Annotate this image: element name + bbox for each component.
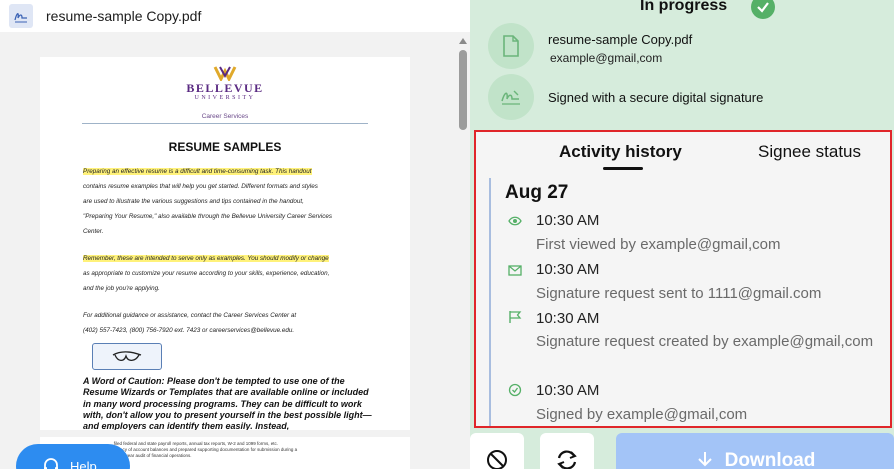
timeline-line [489, 178, 491, 426]
doc-text-line: and the job you're applying. [83, 285, 160, 292]
doc-text-line: Remember, these are intended to serve on… [83, 255, 329, 262]
activity-date: Aug 27 [505, 182, 569, 203]
document-page: BELLEVUE UNIVERSITY Career Services RESU… [40, 57, 410, 430]
doc2-text-line: ...curacy of account balances and prepar… [110, 447, 298, 452]
signature-scribble-icon [112, 350, 142, 361]
activity-panel: Activity history Signee status Aug 27 10… [474, 130, 892, 428]
doc-text-line: as appropriate to customize your resume … [83, 270, 330, 277]
event-time: 10:30 AM [536, 310, 600, 327]
doc-divider [82, 123, 368, 124]
headset-icon [44, 458, 58, 469]
signature-file-icon [9, 4, 33, 28]
check-circle-icon [508, 383, 522, 397]
doc-text-line: "Preparing Your Resume," also available … [83, 213, 333, 220]
doc-text-line: Preparing an effective resume is a diffi… [83, 168, 312, 175]
doc-text-line: contains resume examples that will help … [83, 183, 318, 190]
resend-button[interactable] [540, 433, 594, 469]
document-scrollbar[interactable] [456, 32, 470, 469]
download-button[interactable]: Download [616, 433, 894, 469]
status-header: In progress [470, 0, 894, 19]
doc-caution-text: A Word of Caution: Please don't be tempt… [83, 376, 372, 430]
decline-button[interactable] [470, 433, 524, 469]
doc2-text-line: ...filed federal and state payroll repor… [110, 441, 279, 446]
signing-panel: In progress resume-sample Copy.pdf examp… [470, 0, 894, 469]
university-logo-icon [213, 66, 237, 81]
status-label: In progress [640, 0, 728, 14]
doc-text-line: (402) 557-7423, (800) 756-7920 ext. 7423… [83, 327, 295, 334]
download-label: Download [724, 450, 816, 469]
doc-text-line: Center. [83, 228, 104, 235]
doc-department: Career Services [201, 113, 249, 120]
scroll-thumb[interactable] [459, 50, 467, 130]
download-icon [697, 452, 712, 467]
event-time: 10:30 AM [536, 382, 600, 399]
file-header: resume-sample Copy.pdf [0, 0, 470, 32]
event-time: 10:30 AM [536, 261, 600, 278]
document-icon [488, 23, 534, 69]
doc-text-line: are used to illustrate the various sugge… [83, 198, 304, 205]
scroll-up-arrow-icon[interactable] [459, 38, 467, 44]
document-owner-email: example@gmail,com [550, 51, 663, 65]
doc-brand: BELLEVUE [186, 81, 264, 95]
active-tab-indicator [603, 167, 643, 170]
event-time: 10:30 AM [536, 212, 600, 229]
event-description: Signature request created by example@gma… [536, 333, 874, 350]
signature-field[interactable] [92, 343, 162, 370]
help-label: Help [70, 458, 97, 469]
file-name: resume-sample Copy.pdf [46, 8, 202, 24]
doc-title: RESUME SAMPLES [168, 140, 282, 154]
flag-icon [509, 311, 522, 323]
app-root: resume-sample Copy.pdf BELLEVUE UNIVERSI… [0, 0, 894, 469]
document-viewer: resume-sample Copy.pdf BELLEVUE UNIVERSI… [0, 0, 470, 469]
signature-method-text: Signed with a secure digital signature [548, 90, 764, 105]
doc-brand-sub: UNIVERSITY [194, 95, 256, 101]
event-description: Signature request sent to 1111@gmail.com [536, 285, 822, 302]
doc-text-line: For additional guidance or assistance, c… [83, 312, 297, 319]
help-button[interactable]: Help [16, 444, 130, 469]
check-icon [751, 0, 775, 19]
document-file-name: resume-sample Copy.pdf [548, 32, 693, 47]
event-description: First viewed by example@gmail,com [536, 236, 781, 253]
signature-icon [488, 74, 534, 120]
tab-activity-history[interactable]: Activity history [559, 142, 682, 162]
event-description: Signed by example@gmail,com [536, 406, 748, 423]
mail-icon [508, 265, 522, 276]
block-icon [487, 450, 507, 469]
tab-signee-status[interactable]: Signee status [758, 142, 861, 162]
eye-icon [508, 216, 522, 226]
refresh-icon [557, 450, 577, 469]
